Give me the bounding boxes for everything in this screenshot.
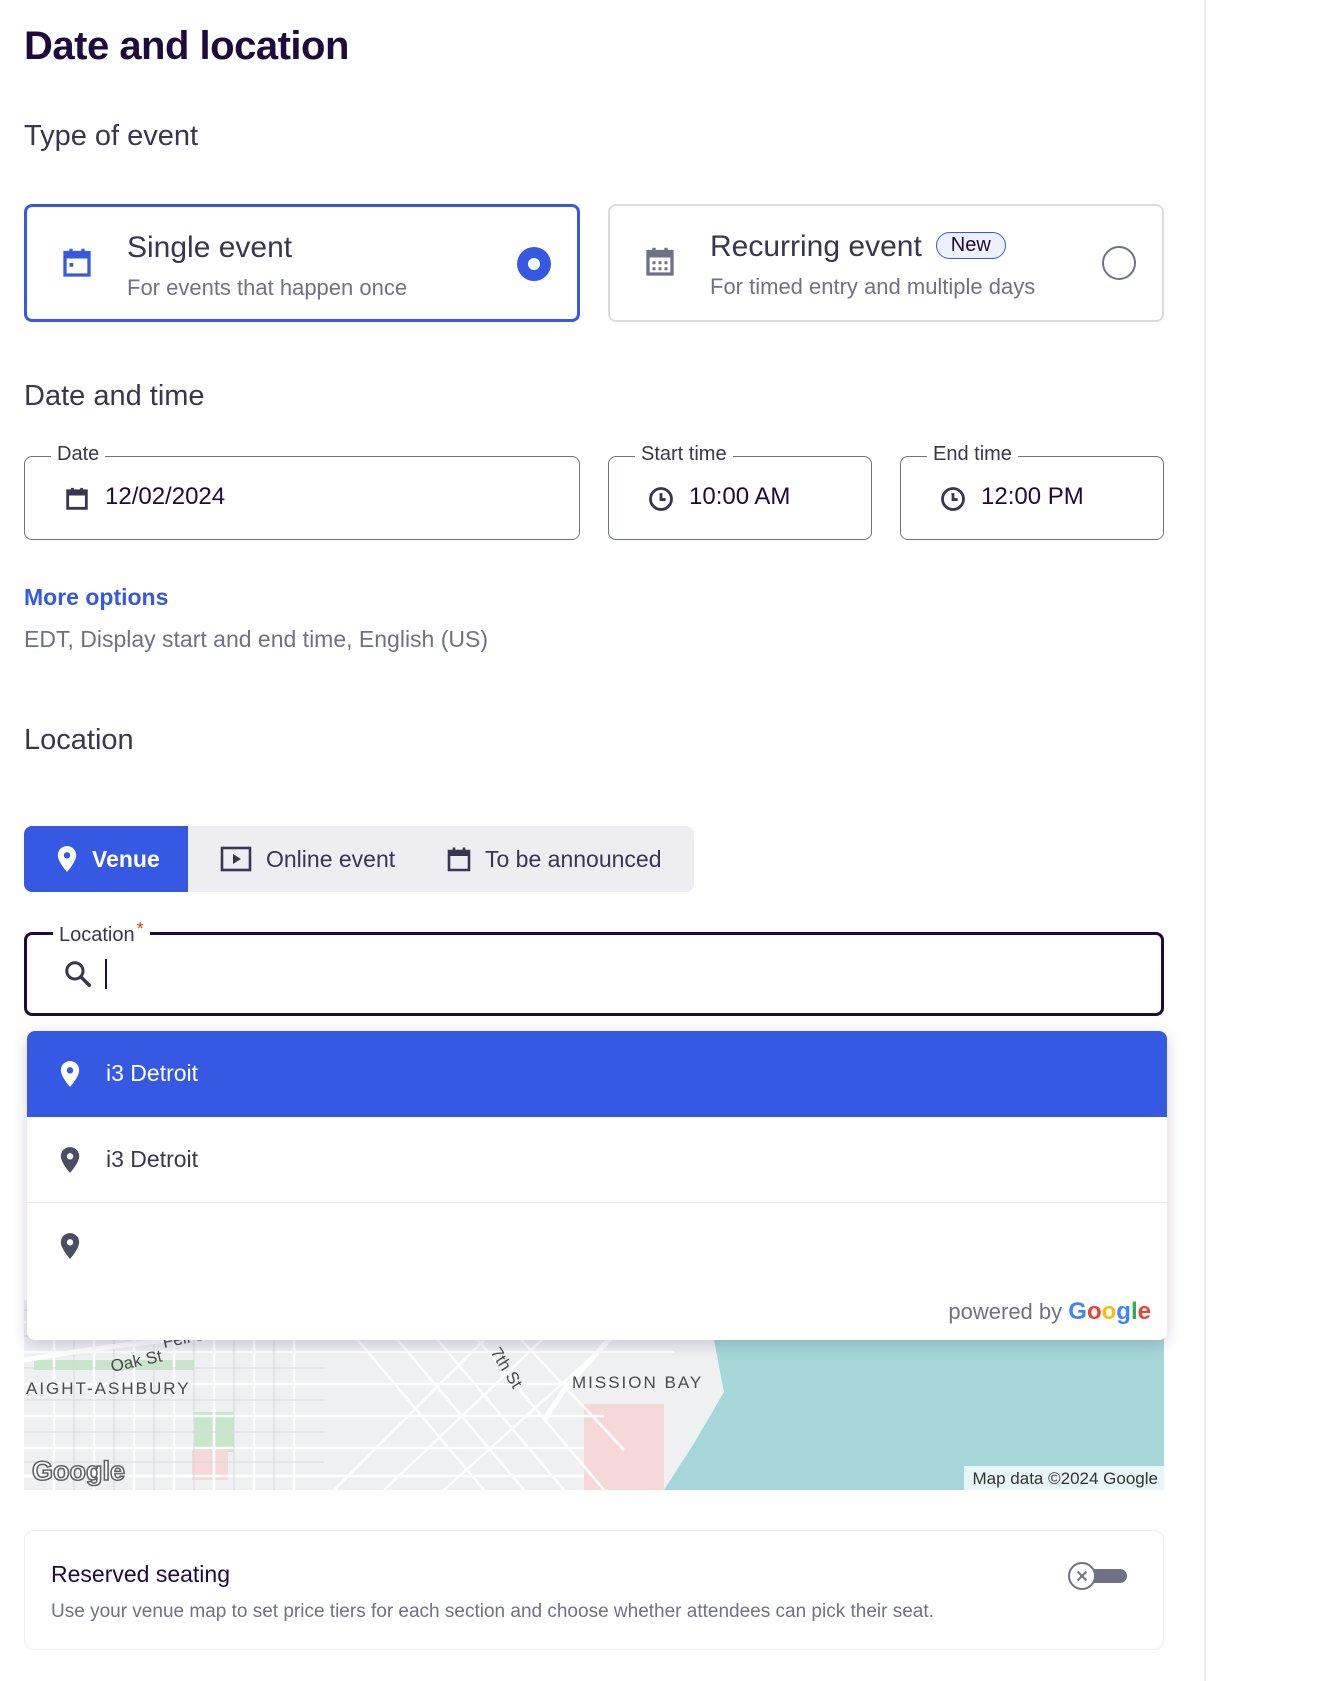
location-label-text: Location — [59, 924, 135, 946]
location-field[interactable]: Location * — [24, 919, 1164, 1016]
location-input[interactable] — [103, 953, 1123, 993]
online-event-tab[interactable]: Online event — [220, 826, 395, 892]
new-badge: New — [935, 232, 1006, 259]
suggestion-item[interactable]: i3 Detroit — [27, 1031, 1167, 1117]
type-of-event-heading: Type of event — [24, 120, 199, 152]
google-map-logo: Google — [32, 1456, 125, 1486]
end-time-field[interactable]: End time 12:00 PM — [900, 443, 1164, 540]
date-value: 12/02/2024 — [105, 483, 226, 510]
pin-icon — [60, 1147, 80, 1173]
suggestion-item[interactable]: i3 Detroit — [27, 1117, 1167, 1203]
options-summary: EDT, Display start and end time, English… — [24, 626, 489, 652]
video-icon — [220, 846, 252, 872]
clock-icon — [649, 487, 673, 511]
suggestion-label: i3 Detroit — [106, 1146, 199, 1172]
reserved-seating-description: Use your venue map to set price tiers fo… — [51, 1601, 934, 1622]
single-event-subtitle: For events that happen once — [127, 275, 408, 300]
calendar-icon — [447, 847, 471, 872]
more-options-link[interactable]: More options — [24, 584, 168, 611]
to-be-announced-tab-label: To be announced — [485, 845, 662, 872]
powered-by-text: powered by — [948, 1299, 1063, 1324]
reserved-seating-title: Reserved seating — [51, 1561, 230, 1587]
recurring-event-subtitle: For timed entry and multiple days — [710, 274, 1036, 299]
end-time-value: 12:00 PM — [981, 483, 1084, 510]
google-logo-text: Google — [1068, 1298, 1151, 1325]
reserved-seating-panel: Reserved seating Use your venue map to s… — [24, 1530, 1164, 1650]
map-attribution[interactable]: Map data ©2024 Google — [973, 1469, 1159, 1488]
calendar-grid-icon — [646, 247, 674, 276]
date-field[interactable]: Date 12/02/2024 — [24, 443, 580, 540]
to-be-announced-tab[interactable]: To be announced — [447, 826, 662, 892]
location-label: Location * — [53, 919, 150, 947]
recurring-event-title: Recurring event New — [710, 230, 1006, 264]
venue-tab-label: Venue — [92, 845, 160, 872]
right-panel-divider — [1204, 0, 1206, 1681]
required-asterisk: * — [136, 919, 144, 939]
date-and-time-heading: Date and time — [24, 380, 205, 412]
venue-tab[interactable]: Venue — [24, 826, 188, 892]
location-type-toggle: Venue Online event To be announced — [24, 826, 694, 892]
start-time-value: 10:00 AM — [689, 483, 791, 510]
location-suggestions: i3 Detroit i3 Detroit powered by Google — [27, 1031, 1167, 1340]
suggestion-item[interactable] — [27, 1203, 1167, 1289]
text-caret — [105, 959, 107, 989]
single-event-card[interactable]: Single event For events that happen once — [24, 204, 580, 322]
calendar-icon — [63, 248, 91, 277]
recurring-event-radio[interactable] — [1102, 246, 1136, 280]
online-event-tab-label: Online event — [266, 845, 396, 872]
recurring-event-card[interactable]: Recurring event New For timed entry and m… — [608, 204, 1164, 322]
single-event-radio[interactable] — [517, 247, 551, 281]
pin-icon — [60, 1061, 80, 1087]
recurring-event-title-text: Recurring event — [710, 230, 922, 263]
reserved-seating-toggle[interactable] — [1067, 1561, 1129, 1591]
pin-icon — [60, 1233, 80, 1259]
calendar-icon — [66, 487, 88, 510]
start-time-label: Start time — [635, 443, 733, 466]
location-heading: Location — [24, 724, 134, 756]
start-time-field[interactable]: Start time 10:00 AM — [608, 443, 872, 540]
pin-icon — [57, 846, 77, 872]
suggestion-label: i3 Detroit — [106, 1060, 199, 1086]
end-time-label: End time — [927, 443, 1018, 466]
map-label-mission-bay: MISSION BAY — [572, 1373, 703, 1392]
date-label: Date — [51, 443, 106, 466]
map-label-haight: AIGHT-ASHBURY — [26, 1379, 191, 1398]
page-title: Date and location — [24, 24, 349, 68]
search-icon — [65, 961, 91, 987]
clock-icon — [941, 487, 965, 511]
single-event-title: Single event — [127, 231, 293, 264]
powered-by-google: powered by Google — [948, 1298, 1151, 1326]
